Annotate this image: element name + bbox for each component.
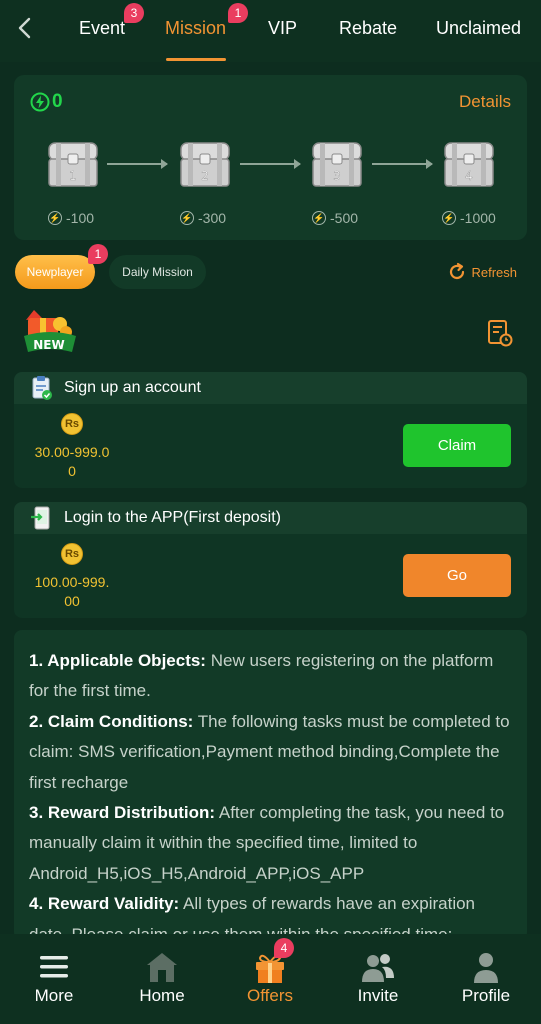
- event-badge: 3: [124, 3, 144, 23]
- task-title: Sign up an account: [64, 379, 201, 396]
- rule-item: 2. Claim Conditions: The following tasks…: [29, 711, 510, 792]
- task-card-signup: Sign up an account Rs 30.00-999.0 0 Claim: [14, 372, 527, 488]
- chest-requirement: ⚡ -500: [312, 210, 359, 226]
- bottom-nav-profile[interactable]: Profile: [436, 934, 536, 1024]
- treasure-chest-1[interactable]: 1: [46, 139, 100, 189]
- lightning-icon: [30, 92, 50, 112]
- bottom-nav-home[interactable]: Home: [112, 934, 212, 1024]
- lightning-icon: ⚡: [442, 211, 456, 225]
- mission-badge: 1: [228, 3, 248, 23]
- people-icon: [362, 954, 394, 982]
- points-counter: 0: [30, 91, 63, 113]
- treasure-chest-4[interactable]: 4: [442, 139, 496, 189]
- details-link[interactable]: Details: [459, 92, 511, 112]
- bottom-nav-more[interactable]: More: [4, 934, 104, 1024]
- home-icon: [147, 953, 177, 982]
- phone-login-icon: [31, 506, 50, 530]
- top-nav: Event 3 Mission 1 VIP Rebate Unclaimed: [0, 0, 541, 62]
- treasure-chest-3[interactable]: 3: [310, 139, 364, 189]
- svg-text:3: 3: [333, 169, 341, 183]
- rule-item: 3. Reward Distribution: After completing…: [29, 803, 505, 883]
- svg-text:NEW: NEW: [33, 338, 64, 352]
- rupee-coin-icon: Rs: [61, 413, 83, 435]
- progress-arrow: [240, 159, 301, 169]
- task-record-icon[interactable]: [487, 319, 513, 347]
- new-gift-icon: NEW: [24, 310, 76, 352]
- tab-rebate[interactable]: Rebate: [339, 18, 397, 39]
- daily-mission-filter-button[interactable]: Daily Mission: [109, 255, 206, 289]
- refresh-icon: [450, 262, 465, 280]
- refresh-button[interactable]: Refresh: [447, 262, 517, 282]
- mission-rules: 1. Applicable Objects: New users registe…: [14, 630, 527, 940]
- profile-icon: [474, 953, 498, 983]
- newplayer-filter-button[interactable]: Newplayer: [15, 255, 95, 289]
- progress-arrow: [107, 159, 168, 169]
- svg-text:2: 2: [201, 169, 209, 183]
- clipboard-check-icon: [32, 376, 52, 400]
- chest-requirement: ⚡ -300: [180, 210, 227, 226]
- rule-item: 1. Applicable Objects: New users registe…: [29, 651, 494, 701]
- lightning-icon: ⚡: [48, 211, 62, 225]
- bottom-nav-offers[interactable]: Offers: [220, 934, 320, 1024]
- task-title: Login to the APP(First deposit): [64, 509, 281, 526]
- bottom-nav: More Home Offers 4 Invite Profile: [0, 934, 541, 1024]
- task-header: Login to the APP(First deposit): [14, 502, 527, 534]
- active-tab-indicator: [166, 58, 226, 61]
- menu-icon: [40, 956, 68, 978]
- svg-text:4: 4: [465, 169, 473, 183]
- offers-badge: 4: [274, 938, 294, 958]
- progress-arrow: [372, 159, 433, 169]
- task-card-first-deposit: Login to the APP(First deposit) Rs 100.0…: [14, 502, 527, 618]
- lightning-icon: ⚡: [312, 211, 326, 225]
- tab-unclaimed[interactable]: Unclaimed: [436, 18, 521, 39]
- back-arrow-icon[interactable]: [14, 16, 36, 40]
- task-header: Sign up an account: [14, 372, 527, 404]
- tab-mission[interactable]: Mission: [165, 18, 226, 39]
- points-value: 0: [52, 91, 63, 112]
- tab-event[interactable]: Event: [79, 18, 125, 39]
- chest-requirement: ⚡ -100: [48, 210, 95, 226]
- reward-amount: 30.00-999.0 0: [34, 444, 110, 479]
- bottom-nav-invite[interactable]: Invite: [328, 934, 428, 1024]
- newplayer-badge: 1: [88, 244, 108, 264]
- claim-button[interactable]: Claim: [403, 424, 511, 467]
- rupee-coin-icon: Rs: [61, 543, 83, 565]
- rule-item: 4. Reward Validity: All types of rewards…: [29, 894, 476, 940]
- treasure-chest-panel: 0 Details 1 2 3 4 ⚡ -100 ⚡ -300 ⚡ -500 ⚡…: [14, 75, 527, 240]
- tab-vip[interactable]: VIP: [268, 18, 297, 39]
- lightning-icon: ⚡: [180, 211, 194, 225]
- chest-requirement: ⚡ -1000: [442, 210, 496, 226]
- go-button[interactable]: Go: [403, 554, 511, 597]
- treasure-chest-2[interactable]: 2: [178, 139, 232, 189]
- reward-amount: 100.00-999. 00: [34, 574, 110, 609]
- svg-text:1: 1: [69, 169, 77, 183]
